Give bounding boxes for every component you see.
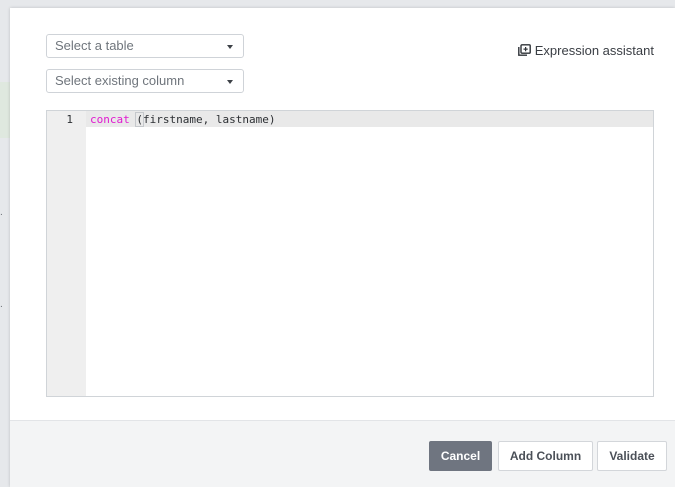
expression-assistant-label: Expression assistant	[534, 42, 654, 58]
background-panel-edge	[0, 82, 10, 138]
editor-gutter: 1	[47, 111, 86, 396]
background-text-fragment: .	[0, 207, 3, 218]
dialog-footer: Cancel Add Column Validate	[10, 420, 675, 487]
formula-dialog: Select a table Select existing column Ex…	[10, 8, 675, 487]
function-keyword: concat	[90, 113, 130, 126]
add-column-button[interactable]: Add Column	[498, 441, 593, 471]
close-paren: )	[268, 113, 276, 126]
expression-assistant-icon	[517, 44, 531, 56]
code-line[interactable]: concat (firstname, lastname)	[90, 112, 276, 127]
column-select-value: Select existing column	[55, 73, 185, 88]
function-args: firstname, lastname	[143, 113, 269, 126]
table-select-value: Select a table	[55, 38, 134, 53]
line-number: 1	[66, 113, 73, 126]
column-select[interactable]: Select existing column	[46, 69, 244, 93]
chevron-down-icon	[227, 45, 233, 49]
formula-editor[interactable]: 1 concat (firstname, lastname)	[46, 110, 654, 397]
page: . . Select a table Select existing colum…	[0, 0, 675, 487]
chevron-down-icon	[227, 80, 233, 84]
validate-button[interactable]: Validate	[597, 441, 667, 471]
table-select[interactable]: Select a table	[46, 34, 244, 58]
open-paren: (	[135, 112, 144, 127]
cancel-button[interactable]: Cancel	[429, 441, 492, 471]
background-text-fragment: .	[0, 299, 3, 310]
expression-assistant-link[interactable]: Expression assistant	[517, 42, 654, 58]
